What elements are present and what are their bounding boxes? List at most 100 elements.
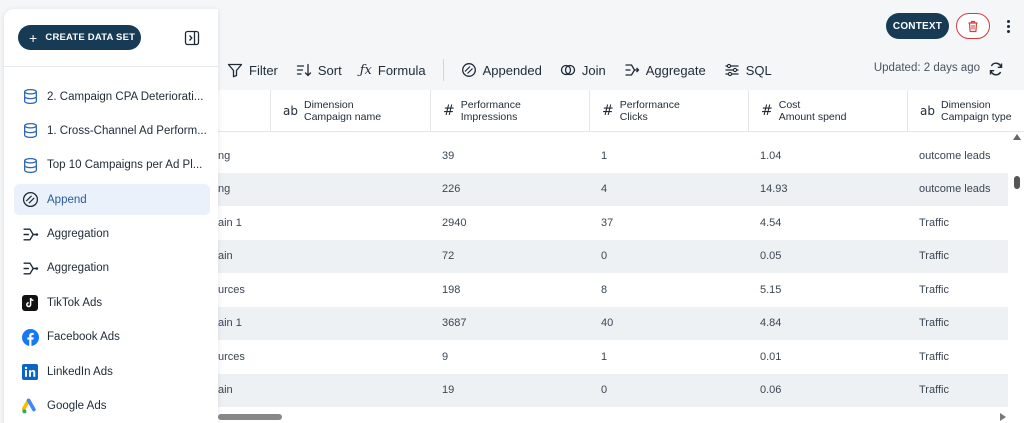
append-icon [461,63,476,77]
sidebar-item-label: Aggregation [47,262,110,275]
table-cell[interactable]: outcome leads [907,173,1008,207]
table-cell[interactable]: 0.06 [748,374,907,408]
sidebar-item-append[interactable]: Append [14,184,210,216]
sidebar-item-tiktok-ads[interactable]: TikTok Ads [14,287,210,318]
table-cell[interactable]: 72 [430,240,589,274]
sidebar-item-label: LinkedIn Ads [47,365,113,378]
table-cell[interactable]: 0.05 [748,240,907,274]
table-cell[interactable]: ain [218,374,406,408]
sidebar-item-google-ads[interactable]: Google Ads [14,391,210,422]
table-cell[interactable]: 1 [589,340,748,374]
column-header[interactable]: ab Dimension Campaign name [270,90,430,132]
sidebar-item-label: Google Ads [47,400,107,413]
table-row[interactable]: urces 9 1 0.01 Traffic [218,340,1008,374]
sidebar-item-aggregation[interactable]: Aggregation [14,253,210,284]
table-row[interactable]: ng 39 1 1.04 outcome leads [218,139,1008,173]
table-cell[interactable]: urces [218,273,406,307]
aggregate-button[interactable]: Aggregate [615,56,715,84]
table-cell[interactable]: ain [218,240,406,274]
table-cell[interactable]: 8 [589,273,748,307]
sql-label: SQL [745,62,772,78]
column-header[interactable]: # Performance Impressions [430,90,589,132]
table-cell[interactable]: 226 [430,173,589,207]
column-group: Dimension [940,99,991,111]
delete-button[interactable] [956,13,990,39]
sidebar-divider [4,66,218,67]
table-cell[interactable]: Traffic [907,374,1008,408]
table-cell[interactable]: Traffic [907,273,1008,307]
table-row[interactable]: ain 1 2940 37 4.54 Traffic [218,206,1008,240]
aggregate-icon [21,225,39,243]
scroll-up-arrow-icon[interactable] [1013,134,1021,140]
sql-button[interactable]: SQL [715,56,781,84]
table-cell[interactable]: 2940 [430,206,589,240]
formula-button[interactable]: ƒx Formula [351,56,435,84]
table-row[interactable]: ain 1 3687 40 4.84 Traffic [218,306,1008,341]
column-header[interactable]: # Cost Amount spend [748,90,907,132]
vertical-scrollbar[interactable] [1010,132,1024,423]
table-cell[interactable]: Traffic [907,240,1008,274]
table-cell[interactable]: ng [218,139,406,173]
sidebar-item-cross-channel[interactable]: 1. Cross-Channel Ad Perform... [14,115,210,146]
create-data-set-button[interactable]: + CREATE DATA SET [18,25,141,50]
horizontal-scroll-thumb[interactable] [218,414,282,420]
table-cell[interactable]: 39 [430,139,589,173]
table-cell[interactable]: Traffic [907,340,1008,374]
table-cell[interactable]: Traffic [907,206,1008,240]
number-type-icon: # [761,103,773,119]
table-cell[interactable]: 4.84 [748,307,907,341]
table-row[interactable]: urces 198 8 5.15 Traffic [218,273,1008,307]
formula-label: Formula [377,62,426,78]
horizontal-scrollbar[interactable] [218,411,1024,423]
column-title: Clicks [619,111,648,123]
sidebar-item-aggregation[interactable]: Aggregation [14,219,210,250]
join-icon [560,64,576,76]
database-icon [21,122,39,140]
table-cell[interactable]: 1.04 [748,139,907,173]
sidebar-item-label: Append [47,193,87,206]
join-button[interactable]: Join [551,56,615,84]
table-cell[interactable]: 19 [430,374,589,408]
table-cell[interactable]: 37 [589,206,748,240]
sort-button[interactable]: Sort [287,56,351,84]
table-cell[interactable]: 0 [589,240,748,274]
column-header[interactable]: # Performance Clicks [589,90,748,132]
table-cell[interactable]: 3687 [430,307,589,341]
sidebar-item-top-10[interactable]: Top 10 Campaigns per Ad Pl... [14,150,210,181]
table-cell[interactable]: ain 1 [218,206,406,240]
filter-button[interactable]: Filter [218,56,287,84]
table-cell[interactable]: outcome leads [907,139,1008,173]
table-row[interactable]: ain 72 0 0.05 Traffic [218,239,1008,274]
table-cell[interactable]: 198 [430,273,589,307]
table-cell[interactable]: 5.15 [748,273,907,307]
column-header[interactable]: ab Dimension Campaign type [907,90,1024,132]
scroll-right-arrow-icon[interactable] [1000,413,1006,421]
table-cell[interactable]: 4.54 [748,206,907,240]
table-cell[interactable]: 40 [589,307,748,341]
table-row[interactable]: ng 226 4 14.93 outcome leads [218,172,1008,207]
table-cell[interactable]: 1 [589,139,748,173]
sidebar-item-facebook-ads[interactable]: Facebook Ads [14,322,210,353]
appended-button[interactable]: Appended [452,56,551,84]
aggregate-icon [21,259,39,277]
collapse-sidebar-icon[interactable] [184,30,200,46]
table-cell[interactable]: 14.93 [748,173,907,207]
table-cell[interactable]: ng [218,173,406,207]
table-cell[interactable]: 4 [589,173,748,207]
vertical-scroll-thumb[interactable] [1014,176,1020,189]
table-cell[interactable]: 0.01 [748,340,907,374]
table-cell[interactable]: 0 [589,374,748,408]
refresh-icon[interactable] [988,61,1004,77]
sort-label: Sort [317,62,342,78]
sidebar-item-linkedin-ads[interactable]: LinkedIn Ads [14,356,210,387]
table-cell[interactable]: Traffic [907,307,1008,341]
table-row[interactable]: ain 19 0 0.06 Traffic [218,373,1008,408]
sidebar-item-campaign-cpa[interactable]: 2. Campaign CPA Deteriorati... [14,81,210,112]
more-vertical-icon[interactable] [999,14,1017,38]
context-button[interactable]: CONTEXT [886,13,949,39]
toolbar: Filter Sort ƒx Formula Appended Join Agg… [218,52,1024,88]
sidebar-item-label: 1. Cross-Channel Ad Perform... [47,124,207,137]
table-cell[interactable]: ain 1 [218,307,406,341]
table-cell[interactable]: 9 [430,340,589,374]
table-cell[interactable]: urces [218,340,406,374]
